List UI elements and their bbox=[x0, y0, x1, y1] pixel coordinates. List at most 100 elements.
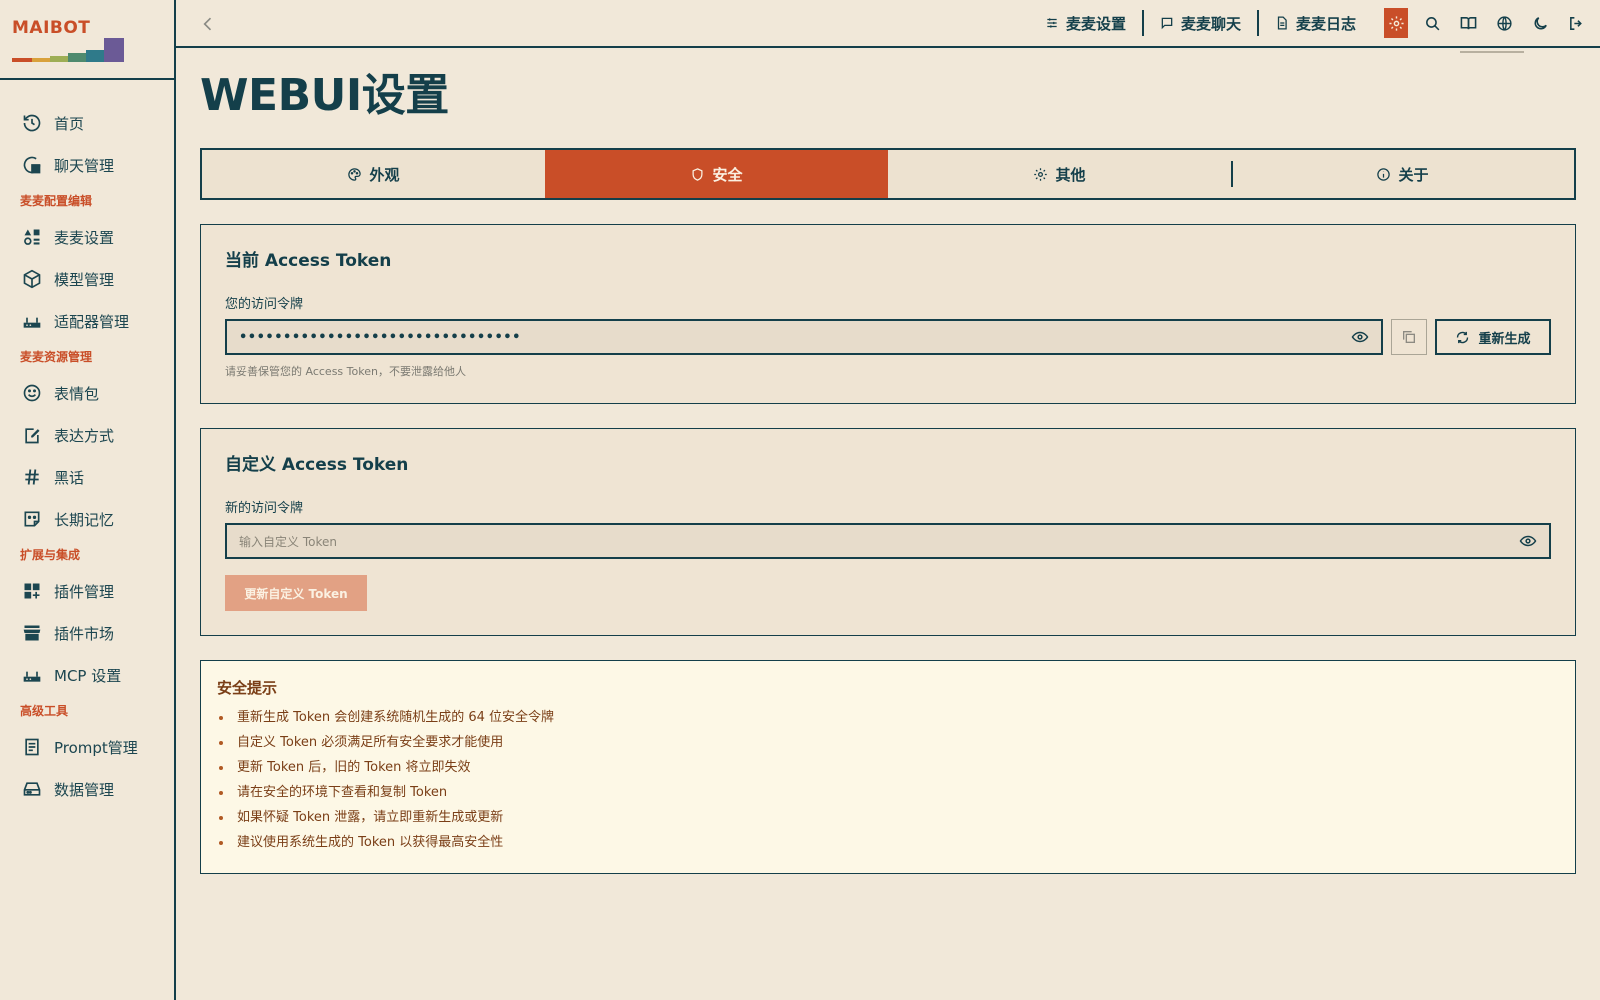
home-history-icon bbox=[22, 113, 42, 133]
shield-icon bbox=[692, 167, 703, 181]
sidebar-nav: 首页 聊天管理 麦麦配置编辑 麦麦设置 模型管理 适配器管理 麦麦资源管理 表情… bbox=[0, 80, 174, 810]
sidebar-item-label: 首页 bbox=[54, 114, 85, 133]
sidebar-item-label: Prompt管理 bbox=[54, 738, 138, 757]
copy-button[interactable] bbox=[1391, 319, 1427, 355]
field-label: 新的访问令牌 bbox=[225, 501, 304, 516]
sidebar-section-resources: 麦麦资源管理 bbox=[20, 350, 93, 364]
logo-text: MAIBOT bbox=[12, 18, 91, 38]
tab-label: 其他 bbox=[1055, 165, 1086, 184]
current-token-field[interactable]: •••••••••••••••••••••••••••••••• bbox=[225, 319, 1383, 355]
page-title: WEBUI设置 bbox=[200, 70, 449, 121]
file-icon bbox=[1277, 16, 1287, 30]
sidebar-item-label: 插件管理 bbox=[54, 582, 115, 601]
tab-about[interactable]: 关于 bbox=[1231, 150, 1574, 198]
logout-icon[interactable] bbox=[1564, 8, 1588, 38]
sidebar-item-plugin-market[interactable]: 插件市场 bbox=[0, 612, 174, 654]
list-item: 重新生成 Token 会创建系统随机生成的 64 位安全令牌 bbox=[217, 705, 1559, 730]
token-hint: 请妥善保管您的 Access Token，不要泄露给他人 bbox=[225, 365, 466, 378]
sidebar-item-label: 表达方式 bbox=[54, 426, 115, 445]
message-icon bbox=[1161, 17, 1173, 30]
settings-tabs: 外观 安全 其他 关于 bbox=[200, 148, 1576, 200]
field-label: 您的访问令牌 bbox=[225, 297, 304, 312]
sidebar-item-prompt[interactable]: Prompt管理 bbox=[0, 726, 174, 768]
sidebar-item-home[interactable]: 首页 bbox=[0, 102, 174, 144]
tab-label: 关于 bbox=[1398, 165, 1429, 184]
tips-list: 重新生成 Token 会创建系统随机生成的 64 位安全令牌 自定义 Token… bbox=[217, 705, 1559, 855]
sidebar-item-emoji[interactable]: 表情包 bbox=[0, 372, 174, 414]
eye-icon[interactable] bbox=[1351, 328, 1369, 346]
sidebar-item-expressions[interactable]: 表达方式 bbox=[0, 414, 174, 456]
current-token-card: 当前 Access Token 您的访问令牌 •••••••••••••••••… bbox=[200, 224, 1576, 404]
sliders-icon bbox=[1047, 18, 1057, 28]
sidebar-item-label: 数据管理 bbox=[54, 780, 115, 799]
custom-token-card: 自定义 Access Token 新的访问令牌 输入自定义 Token 更新自定… bbox=[200, 428, 1576, 636]
info-icon bbox=[1377, 167, 1391, 181]
copy-icon bbox=[1403, 331, 1415, 343]
palette-icon bbox=[348, 167, 362, 181]
topbar-link-maimai-chat[interactable]: 麦麦聊天 bbox=[1144, 10, 1257, 36]
sidebar-item-models[interactable]: 模型管理 bbox=[0, 258, 174, 300]
book-icon[interactable] bbox=[1456, 8, 1480, 38]
sidebar-section-extensions: 扩展与集成 bbox=[20, 548, 81, 562]
topbar-link-label: 麦麦聊天 bbox=[1180, 14, 1241, 33]
card-title: 当前 Access Token bbox=[225, 251, 392, 271]
sidebar-item-label: 模型管理 bbox=[54, 270, 115, 289]
topbar-link-maimai-settings[interactable]: 麦麦设置 bbox=[1029, 10, 1142, 36]
hash-icon bbox=[22, 467, 42, 487]
sidebar-item-adapters[interactable]: 适配器管理 bbox=[0, 300, 174, 342]
list-item: 如果怀疑 Token 泄露，请立即重新生成或更新 bbox=[217, 805, 1559, 830]
security-tips: 安全提示 重新生成 Token 会创建系统随机生成的 64 位安全令牌 自定义 … bbox=[200, 660, 1576, 874]
sidebar: MAIBOT 首页 聊天管理 麦麦配置编辑 麦麦设置 模型管理 适配器管理 麦麦… bbox=[0, 0, 176, 1000]
list-item: 建议使用系统生成的 Token 以获得最高安全性 bbox=[217, 830, 1559, 855]
store-icon bbox=[22, 623, 42, 643]
sidebar-item-memory[interactable]: 长期记忆 bbox=[0, 498, 174, 540]
chat-icon bbox=[22, 155, 42, 175]
token-value: •••••••••••••••••••••••••••••••• bbox=[239, 329, 521, 345]
tab-appearance[interactable]: 外观 bbox=[202, 150, 545, 198]
logo[interactable]: MAIBOT bbox=[0, 0, 174, 80]
sidebar-item-plugins[interactable]: 插件管理 bbox=[0, 570, 174, 612]
main-content: WEBUI设置 外观 安全 其他 关于 当前 Access Token 您的访问… bbox=[200, 48, 1576, 874]
custom-token-input[interactable]: 输入自定义 Token bbox=[225, 523, 1551, 559]
sidebar-item-maimai-settings[interactable]: 麦麦设置 bbox=[0, 216, 174, 258]
tab-other[interactable]: 其他 bbox=[888, 150, 1231, 198]
refresh-icon bbox=[1457, 331, 1469, 343]
sidebar-item-label: 表情包 bbox=[54, 384, 100, 403]
sidebar-item-data[interactable]: 数据管理 bbox=[0, 768, 174, 810]
sidebar-section-advanced: 高级工具 bbox=[20, 704, 69, 718]
moon-icon[interactable] bbox=[1528, 8, 1552, 38]
sidebar-item-label: 长期记忆 bbox=[54, 510, 115, 529]
list-item: 更新 Token 后，旧的 Token 将立即失效 bbox=[217, 755, 1559, 780]
sidebar-item-label: MCP 设置 bbox=[54, 666, 122, 685]
sidebar-item-chat[interactable]: 聊天管理 bbox=[0, 144, 174, 186]
tips-title: 安全提示 bbox=[217, 679, 278, 697]
regenerate-button[interactable]: 重新生成 bbox=[1435, 319, 1551, 355]
tab-label: 安全 bbox=[712, 165, 743, 184]
topbar-link-label: 麦麦日志 bbox=[1295, 14, 1356, 33]
logo-bars-icon bbox=[12, 36, 124, 62]
sidebar-item-mcp[interactable]: MCP 设置 bbox=[0, 654, 174, 696]
chevron-left-icon[interactable] bbox=[198, 14, 218, 34]
sidebar-item-label: 聊天管理 bbox=[54, 156, 115, 175]
search-icon[interactable] bbox=[1420, 8, 1444, 38]
sidebar-item-slang[interactable]: 黑话 bbox=[0, 456, 174, 498]
globe-icon[interactable] bbox=[1492, 8, 1516, 38]
sidebar-item-label: 插件市场 bbox=[54, 624, 115, 643]
router-icon bbox=[22, 665, 42, 685]
drive-icon bbox=[22, 779, 42, 799]
smile-icon bbox=[22, 383, 42, 403]
update-token-button[interactable]: 更新自定义 Token bbox=[225, 575, 367, 611]
shapes-icon bbox=[22, 227, 42, 247]
tab-security[interactable]: 安全 bbox=[545, 150, 888, 198]
settings-icon bbox=[1034, 167, 1048, 181]
sidebar-item-label: 麦麦设置 bbox=[54, 228, 115, 247]
grid-plus-icon bbox=[22, 581, 42, 601]
topbar-link-maimai-logs[interactable]: 麦麦日志 bbox=[1259, 10, 1372, 36]
list-item: 自定义 Token 必须满足所有安全要求才能使用 bbox=[217, 730, 1559, 755]
clipboard-icon bbox=[22, 737, 42, 757]
sidebar-item-label: 适配器管理 bbox=[54, 312, 130, 331]
tab-label: 外观 bbox=[369, 165, 400, 184]
list-item: 请在安全的环境下查看和复制 Token bbox=[217, 780, 1559, 805]
eye-icon[interactable] bbox=[1519, 532, 1537, 550]
settings-icon[interactable] bbox=[1384, 8, 1408, 38]
